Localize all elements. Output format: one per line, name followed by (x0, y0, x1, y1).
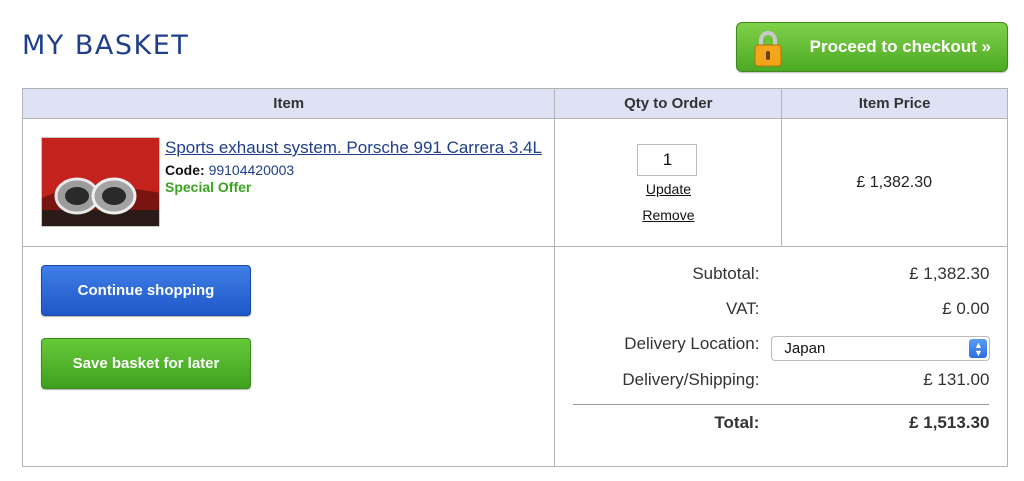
item-header: Item (21, 88, 556, 119)
delivery-location-value: Japan (784, 340, 826, 357)
item-cell: Sports exhaust system. Porsche 991 Carre… (21, 118, 556, 247)
save-basket-button[interactable]: Save basket for later (41, 338, 251, 389)
page-title: MY BASKET (22, 30, 190, 61)
price-cell: £ 1,382.30 (781, 118, 1008, 247)
total-label: Total: (714, 413, 760, 432)
actions-cell: Continue shopping Save basket for later (21, 246, 556, 467)
summary-cell: Subtotal: £ 1,382.30 VAT: £ 0.00 Deliver… (554, 246, 1008, 467)
shipping-value: £ 131.00 (923, 370, 990, 389)
product-info: Sports exhaust system. Porsche 991 Carre… (165, 137, 545, 195)
price-header: Item Price (781, 88, 1008, 119)
delivery-location-label: Delivery Location: (624, 334, 760, 353)
total-value: £ 1,513.30 (909, 413, 990, 432)
vat-label: VAT: (726, 299, 760, 318)
basket-table: Item Qty to Order Item Price Sports exha… (21, 88, 1008, 467)
qty-header: Qty to Order (554, 88, 783, 119)
product-code: Code: 99104420003 (165, 162, 545, 178)
subtotal-value: £ 1,382.30 (909, 264, 990, 283)
proceed-to-checkout-button[interactable]: Proceed to checkout » (736, 22, 1008, 72)
header-row: Item Qty to Order Item Price (21, 88, 1008, 119)
summary-row: Continue shopping Save basket for later … (21, 246, 1008, 467)
checkout-label: Proceed to checkout » (809, 37, 991, 56)
item-price: £ 1,382.30 (856, 174, 933, 191)
shipping-row: Delivery/Shipping: £ 131.00 (555, 370, 1007, 394)
continue-shopping-button[interactable]: Continue shopping (41, 265, 251, 316)
delivery-location-select[interactable]: Japan ▲ ▼ (771, 336, 991, 361)
total-row: Total: £ 1,513.30 (555, 413, 1007, 437)
vat-row: VAT: £ 0.00 (555, 299, 1007, 323)
subtotal-row: Subtotal: £ 1,382.30 (555, 264, 1007, 288)
code-label: Code: (165, 162, 205, 178)
chevron-up-down-icon: ▲ ▼ (969, 339, 988, 358)
product-link[interactable]: Sports exhaust system. Porsche 991 Carre… (165, 138, 542, 157)
table-row: Sports exhaust system. Porsche 991 Carre… (21, 118, 1008, 247)
vat-value: £ 0.00 (942, 299, 990, 318)
shipping-label: Delivery/Shipping: (622, 370, 760, 389)
special-offer-badge: Special Offer (165, 179, 252, 195)
subtotal-label: Subtotal: (692, 264, 760, 283)
update-link[interactable]: Update (555, 181, 781, 197)
remove-link[interactable]: Remove (555, 207, 781, 223)
product-image[interactable] (41, 137, 160, 227)
exhaust-image (42, 138, 159, 226)
lock-icon (754, 31, 782, 67)
code-value: 99104420003 (208, 162, 295, 178)
qty-cell: Update Remove (554, 118, 783, 247)
divider (573, 404, 990, 405)
quantity-input[interactable] (637, 144, 698, 176)
